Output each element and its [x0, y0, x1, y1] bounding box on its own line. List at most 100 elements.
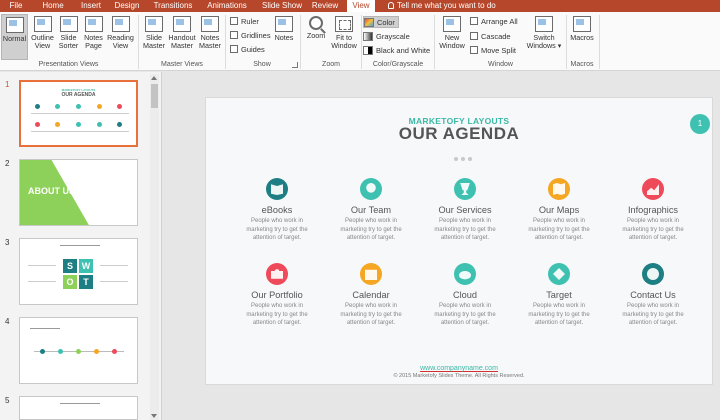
tell-me-text: Tell me what you want to do	[397, 1, 496, 10]
swot-o: O	[63, 275, 77, 289]
slide-thumbnail-5[interactable]	[19, 396, 138, 420]
outline-view-button[interactable]: Outline View	[29, 14, 56, 60]
thumb-dot	[117, 104, 122, 109]
group-label-master-views: Master Views	[161, 61, 203, 68]
slide-sorter-button[interactable]: Slide Sorter	[56, 14, 81, 60]
thumb-title-line	[60, 245, 100, 246]
agenda-item-our-maps: Our Maps People who work in marketing try…	[514, 178, 604, 243]
group-label-zoom: Zoom	[322, 61, 340, 68]
agenda-item-contact-us: Contact Us People who work in marketing t…	[608, 263, 698, 328]
team-icon	[360, 178, 382, 200]
normal-view-icon	[5, 17, 24, 33]
slide-thumbnail-2[interactable]: ABOUT US	[19, 159, 138, 226]
black-and-white-option[interactable]: Black and White	[363, 45, 433, 57]
slide-thumbnail-3[interactable]: S W O T	[19, 238, 138, 305]
checkbox-icon	[230, 17, 238, 25]
arrange-all-button[interactable]: Arrange All	[470, 16, 518, 28]
trophy-icon	[454, 178, 476, 200]
swot-s: S	[63, 259, 77, 273]
notes-master-button[interactable]: Notes Master	[198, 14, 222, 60]
slide-number: 5	[5, 396, 10, 405]
cascade-icon	[470, 32, 478, 40]
tab-insert[interactable]: Insert	[76, 0, 106, 12]
tab-home[interactable]: Home	[38, 0, 68, 12]
tab-review[interactable]: Review	[310, 0, 340, 12]
agenda-item-our-services: Our Services People who work in marketing…	[420, 178, 510, 243]
agenda-item-infographics: Infographics People who work in marketing…	[608, 178, 698, 243]
ribbon-tabs: File Home Insert Design Transitions Anim…	[0, 0, 720, 12]
guides-checkbox[interactable]: Guides	[230, 45, 265, 55]
slide-thumbnail-4[interactable]	[19, 317, 138, 384]
pager-dots	[454, 148, 475, 166]
dialog-launcher-icon[interactable]	[292, 62, 298, 68]
ruler-checkbox[interactable]: Ruler	[230, 17, 259, 27]
macros-button[interactable]: Macros	[568, 14, 596, 60]
thumb-dot	[112, 349, 117, 354]
gridlines-checkbox[interactable]: Gridlines	[230, 31, 271, 41]
tab-file[interactable]: File	[4, 0, 28, 12]
notes-page-button[interactable]: Notes Page	[82, 14, 105, 60]
thumb-text-line	[31, 113, 129, 114]
lightbulb-icon	[388, 2, 394, 9]
grayscale-option[interactable]: Grayscale	[363, 31, 433, 43]
move-split-button[interactable]: Move Split	[470, 45, 516, 57]
cloud-icon	[454, 263, 476, 285]
thumb-dot	[76, 104, 81, 109]
agenda-item-calendar: Calendar People who work in marketing try…	[326, 263, 416, 328]
scroll-thumb[interactable]	[151, 84, 158, 108]
tab-design[interactable]: Design	[112, 0, 142, 12]
agenda-item-cloud: Cloud People who work in marketing try to…	[420, 263, 510, 328]
notes-icon	[275, 16, 293, 32]
swot-t: T	[79, 275, 93, 289]
handout-master-button[interactable]: Handout Master	[167, 14, 197, 60]
slide-number: 2	[5, 159, 10, 168]
group-separator	[434, 15, 435, 69]
macros-icon	[573, 16, 591, 32]
group-label-window: Window	[488, 61, 513, 68]
tell-me-box[interactable]: Tell me what you want to do	[388, 0, 496, 12]
group-separator	[300, 15, 301, 69]
normal-view-button[interactable]: Normal	[1, 14, 28, 60]
tab-transitions[interactable]: Transitions	[150, 0, 196, 12]
checkbox-icon	[230, 45, 238, 53]
tab-slide-show[interactable]: Slide Show	[258, 0, 306, 12]
thumbnail-scrollbar[interactable]	[150, 74, 159, 420]
agenda-item-target: Target People who work in marketing try t…	[514, 263, 604, 328]
new-window-button[interactable]: New Window	[437, 14, 467, 60]
slide-sorter-icon	[59, 16, 78, 32]
group-separator	[599, 15, 600, 69]
cascade-button[interactable]: Cascade	[470, 31, 511, 43]
thumb-text-line	[31, 131, 129, 132]
footer-url[interactable]: www.companyname.com	[206, 365, 712, 372]
scroll-down-icon[interactable]	[151, 414, 157, 418]
switch-windows-button[interactable]: Switch Windows ▾	[525, 14, 563, 60]
checkbox-icon	[230, 31, 238, 39]
new-window-icon	[443, 16, 461, 32]
zoom-button[interactable]: Zoom	[303, 14, 329, 60]
black-white-swatch-icon	[363, 46, 373, 55]
tab-view[interactable]: View	[347, 0, 375, 12]
slide-thumbnail-1[interactable]: MARKETOFY LAYOUTS OUR AGENDA	[19, 80, 138, 147]
grayscale-swatch-icon	[363, 32, 373, 41]
slide-number: 3	[5, 238, 10, 247]
fit-to-window-button[interactable]: Fit to Window	[330, 14, 358, 60]
thumb-dot	[76, 122, 81, 127]
magnifier-icon	[309, 16, 323, 30]
notes-button[interactable]: Notes	[272, 14, 296, 60]
thumb-text-line	[100, 265, 128, 266]
reading-view-button[interactable]: Reading View	[106, 14, 135, 60]
thumb-text-line	[28, 265, 56, 266]
color-option[interactable]: Color	[363, 16, 399, 28]
swot-w: W	[79, 259, 93, 273]
tab-animations[interactable]: Animations	[204, 0, 250, 12]
thumb-text-line	[28, 281, 56, 282]
slide-master-button[interactable]: Slide Master	[142, 14, 166, 60]
thumb-dot	[117, 122, 122, 127]
scroll-up-icon[interactable]	[151, 76, 157, 80]
current-slide[interactable]: MARKETOFY LAYOUTS OUR AGENDA 1 eBooks Pe…	[205, 97, 713, 385]
thumb-dot	[35, 122, 40, 127]
notes-page-icon	[84, 16, 103, 32]
book-icon	[266, 178, 288, 200]
thumb-dot	[58, 349, 63, 354]
agenda-item-our-team: Our Team People who work in marketing try…	[326, 178, 416, 243]
